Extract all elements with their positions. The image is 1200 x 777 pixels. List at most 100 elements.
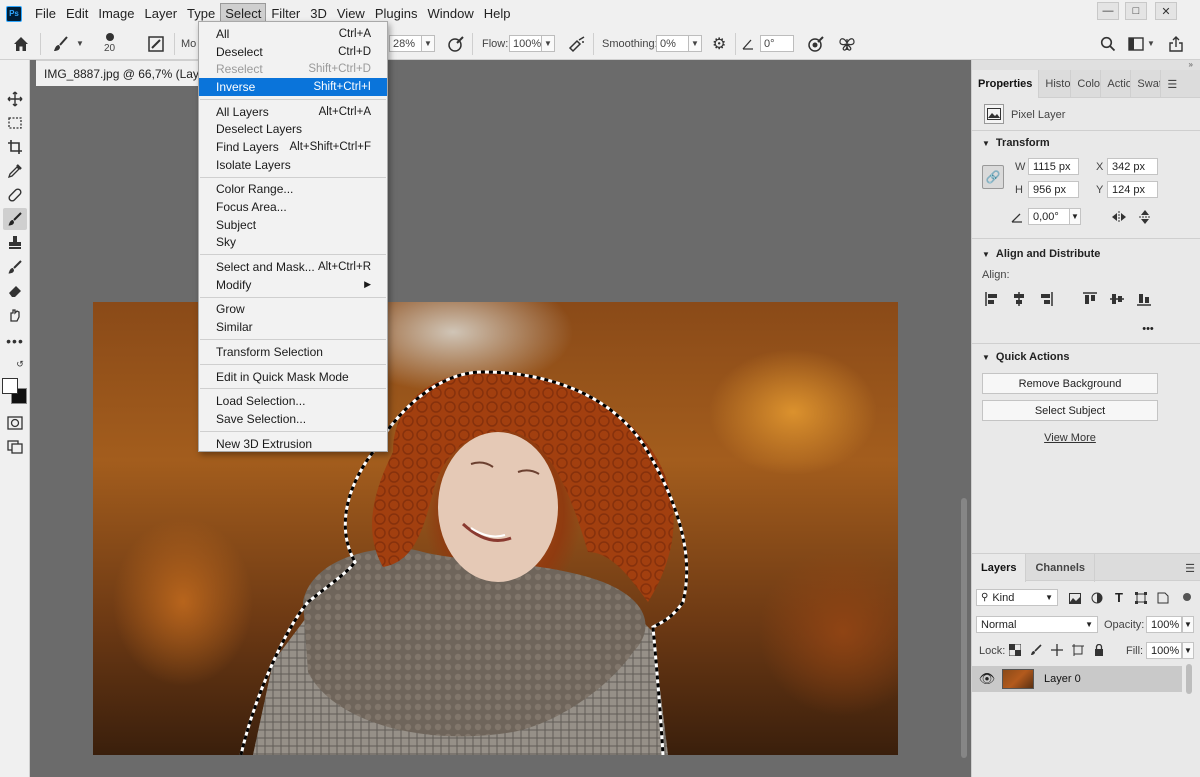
menu-item-select-and-mask[interactable]: Select and Mask... Alt+Ctrl+R [199,258,387,276]
tab-layers[interactable]: Layers [972,554,1027,582]
filter-shape-button[interactable] [1134,591,1148,605]
clone-stamp-tool[interactable] [3,232,27,254]
filter-adjustment-button[interactable] [1090,591,1104,605]
tab-channels[interactable]: Channels [1026,554,1095,582]
flow-dropdown[interactable]: ▼ [542,35,555,52]
foreground-color-swatch[interactable] [2,378,18,394]
menu-item-grow[interactable]: Grow [199,301,387,319]
smoothing-input[interactable]: 0% [656,35,689,52]
menu-item-focus-area[interactable]: Focus Area... [199,198,387,216]
smoothing-dropdown[interactable]: ▼ [689,35,702,52]
filter-toggle-switch[interactable] [1182,588,1192,606]
align-left-button[interactable] [984,291,1000,307]
menu-item-deselect-layers[interactable]: Deselect Layers [199,120,387,138]
link-dimensions-button[interactable]: 🔗 [982,165,1004,189]
menu-help[interactable]: Help [479,3,516,24]
brush-size-picker[interactable]: 20 [104,27,115,60]
align-middle-v-button[interactable] [1109,291,1125,307]
align-top-button[interactable] [1082,291,1098,307]
tab-color[interactable]: Colo [1071,70,1102,98]
flip-horizontal-button[interactable] [1110,208,1128,225]
vertical-scrollbar[interactable] [958,86,970,777]
menu-item-load-selection[interactable]: Load Selection... [199,392,387,410]
menu-window[interactable]: Window [422,3,478,24]
share-button[interactable] [1168,27,1184,60]
align-section-header[interactable]: ▼ Align and Distribute [982,248,1100,260]
opacity-input[interactable]: 28% [389,35,422,52]
layer-filter-select[interactable]: ⚲ Kind ▼ [976,589,1058,606]
menu-item-all[interactable]: All Ctrl+A [199,25,387,43]
lock-position-button[interactable] [1050,643,1064,657]
x-input[interactable]: 342 px [1107,158,1158,175]
menu-file[interactable]: File [30,3,61,24]
brush-preset-button[interactable]: ▼ [52,27,84,60]
rotation-dropdown[interactable]: ▼ [1069,208,1081,225]
filter-type-button[interactable]: T [1112,590,1126,605]
menu-edit[interactable]: Edit [61,3,93,24]
maximize-button[interactable]: □ [1125,2,1147,20]
layer-row[interactable]: 👁 Layer 0 [972,666,1182,692]
menu-layer[interactable]: Layer [140,3,183,24]
layer-opacity-input[interactable]: 100% [1146,616,1182,633]
eraser-tool[interactable] [3,280,27,302]
y-input[interactable]: 124 px [1107,181,1158,198]
flip-vertical-button[interactable] [1136,208,1154,225]
angle-input[interactable]: 0° [760,35,794,52]
menu-item-similar[interactable]: Similar [199,318,387,336]
eye-icon[interactable]: 👁 [972,671,1002,687]
quick-mask-button[interactable] [3,412,27,434]
minimize-button[interactable]: — [1097,2,1119,20]
crop-tool[interactable] [3,136,27,158]
transform-section-header[interactable]: ▼ Transform [982,137,1050,149]
menu-item-deselect[interactable]: Deselect Ctrl+D [199,43,387,61]
blend-mode-select[interactable]: Normal ▼ [976,616,1098,633]
home-button[interactable] [12,27,30,60]
document-tab[interactable]: IMG_8887.jpg @ 66,7% (Layer 0 [36,60,201,86]
tab-swatches[interactable]: Swat [1131,70,1162,98]
airbrush-button[interactable] [567,27,587,60]
lock-all-button[interactable] [1092,643,1106,657]
panel-menu-button[interactable]: ☰ [1161,70,1183,98]
menu-item-new-3d-extrusion[interactable]: New 3D Extrusion [199,435,387,453]
menu-item-save-selection[interactable]: Save Selection... [199,410,387,428]
menu-image[interactable]: Image [93,3,139,24]
search-button[interactable] [1100,27,1116,60]
pressure-size-button[interactable] [807,27,825,60]
brush-settings-button[interactable] [147,27,165,60]
smoothing-settings-button[interactable]: ⚙ [712,27,726,60]
tab-history[interactable]: Histo [1039,70,1072,98]
swap-colors-button[interactable]: ↺ [3,356,27,372]
pressure-opacity-button[interactable] [447,27,465,60]
eyedropper-tool[interactable] [3,160,27,182]
history-brush-tool[interactable] [3,256,27,278]
align-center-h-button[interactable] [1011,291,1027,307]
lock-pixels-button[interactable] [1029,643,1043,657]
menu-item-color-range[interactable]: Color Range... [199,181,387,199]
quick-actions-section-header[interactable]: ▼ Quick Actions [982,351,1069,363]
lock-artboard-button[interactable] [1071,643,1085,657]
layer-fill-input[interactable]: 100% [1146,642,1182,659]
more-align-options-button[interactable]: ••• [1138,322,1158,336]
menu-item-subject[interactable]: Subject [199,216,387,234]
menu-item-isolate-layers[interactable]: Isolate Layers [199,156,387,174]
align-bottom-button[interactable] [1136,291,1152,307]
smudge-tool[interactable] [3,304,27,326]
opacity-dropdown[interactable]: ▼ [422,35,435,52]
layers-scrollbar[interactable] [1186,664,1192,694]
align-right-button[interactable] [1038,291,1054,307]
layers-panel-menu-button[interactable]: ☰ [1179,554,1200,582]
menu-item-find-layers[interactable]: Find Layers Alt+Shift+Ctrl+F [199,138,387,156]
layer-fill-dropdown[interactable]: ▼ [1182,642,1194,659]
healing-brush-tool[interactable] [3,184,27,206]
move-tool[interactable] [3,88,27,110]
menu-item-sky[interactable]: Sky [199,234,387,252]
screen-mode-button[interactable] [3,436,27,458]
width-input[interactable]: 1115 px [1028,158,1079,175]
rotation-input[interactable]: 0,00° [1028,208,1070,225]
view-more-link[interactable]: View More [972,432,1168,444]
filter-smart-object-button[interactable] [1156,591,1170,605]
remove-background-button[interactable]: Remove Background [982,373,1158,394]
menu-item-transform-selection[interactable]: Transform Selection [199,343,387,361]
select-subject-button[interactable]: Select Subject [982,400,1158,421]
flow-input[interactable]: 100% [509,35,542,52]
